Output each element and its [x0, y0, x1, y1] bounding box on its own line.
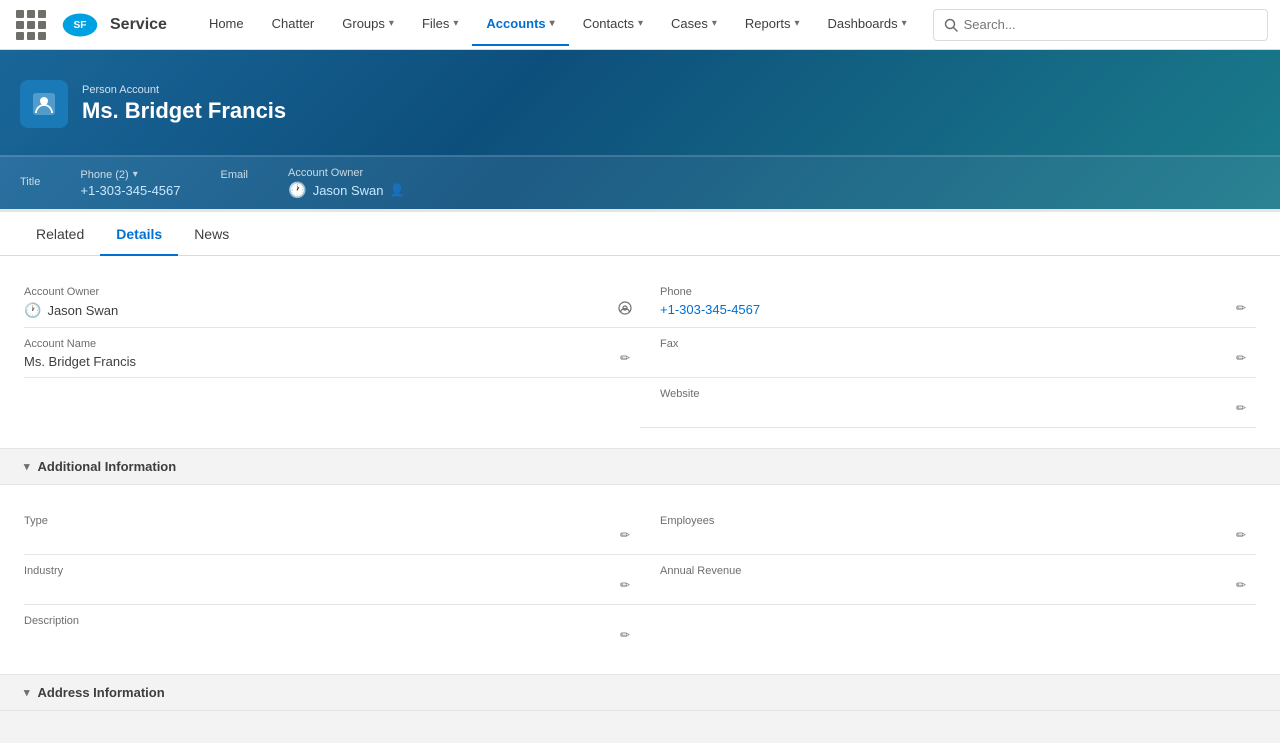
phone-value[interactable]: +1-303-345-4567	[80, 183, 180, 198]
email-label: Email	[220, 169, 248, 181]
phone-label: Phone (2) ▾	[80, 169, 180, 181]
fax-label: Fax	[660, 338, 1236, 350]
title-label: Title	[20, 176, 40, 188]
website-label: Website	[660, 388, 1236, 400]
fax-value	[660, 354, 1236, 369]
hero-text-block: Person Account Ms. Bridget Francis	[82, 84, 286, 124]
account-owner-detail-row: 🕐 Jason Swan	[24, 302, 600, 319]
hero-band: Person Account Ms. Bridget Francis	[0, 50, 1280, 155]
record-type-icon	[20, 80, 68, 128]
nav-item-groups[interactable]: Groups ▾	[328, 4, 408, 46]
account-owner-row: 🕐 Jason Swan 👤	[288, 181, 404, 199]
annual-revenue-value	[660, 581, 1236, 596]
phone-detail-cell: Phone +1-303-345-4567 ✏	[640, 276, 1256, 328]
app-name: Service	[110, 16, 167, 34]
detail-section: Account Owner 🕐 Jason Swan Phone +1-303-…	[0, 256, 1280, 448]
top-bar: SF Service Home Chatter Groups ▾ Files ▾…	[0, 0, 1280, 50]
title-field-group: Title	[20, 176, 40, 190]
additional-info-chevron: ▾	[24, 460, 30, 473]
website-cell: Website ✏	[640, 378, 1256, 428]
nav-item-chatter[interactable]: Chatter	[258, 4, 329, 46]
description-empty-right	[640, 605, 1256, 654]
fax-cell: Fax ✏	[640, 328, 1256, 378]
record-type-label: Person Account	[82, 84, 286, 96]
fax-edit-btn[interactable]: ✏	[1232, 349, 1250, 367]
tab-news[interactable]: News	[178, 212, 245, 256]
additional-info-section: Type ✏ Employees ✏ Industry ✏ Annual Rev…	[0, 485, 1280, 674]
account-name-value: Ms. Bridget Francis	[24, 354, 600, 369]
additional-fields-grid: Type ✏ Employees ✏ Industry ✏ Annual Rev…	[24, 505, 1256, 654]
type-value	[24, 531, 600, 546]
account-name-label: Account Name	[24, 338, 600, 350]
description-edit-btn[interactable]: ✏	[616, 626, 634, 644]
phone-field-group: Phone (2) ▾ +1-303-345-4567	[80, 169, 180, 198]
tab-bar: Related Details News	[0, 212, 1280, 256]
owner-avatar-icon: 🕐	[288, 181, 307, 199]
account-owner-clock-icon: 🕐	[24, 302, 41, 319]
main-nav: Home Chatter Groups ▾ Files ▾ Accounts ▾…	[195, 4, 921, 46]
description-value	[24, 631, 600, 646]
account-name-cell: Account Name Ms. Bridget Francis ✏	[24, 328, 640, 378]
industry-cell: Industry ✏	[24, 555, 640, 605]
account-name-edit-btn[interactable]: ✏	[616, 349, 634, 367]
additional-info-label: Additional Information	[38, 459, 177, 474]
address-info-label: Address Information	[38, 685, 165, 700]
description-label: Description	[24, 615, 600, 627]
svg-text:SF: SF	[74, 20, 87, 31]
email-field-group: Email	[220, 169, 248, 198]
account-owner-detail-value[interactable]: Jason Swan	[47, 303, 118, 318]
account-owner-field-group: Account Owner 🕐 Jason Swan 👤	[288, 167, 404, 199]
account-owner-cell: Account Owner 🕐 Jason Swan	[24, 276, 640, 328]
email-value	[220, 183, 248, 198]
nav-item-contacts[interactable]: Contacts ▾	[569, 4, 657, 46]
phone-detail-label: Phone	[660, 286, 1236, 298]
empty-left-cell	[24, 378, 640, 428]
main-fields-grid: Account Owner 🕐 Jason Swan Phone +1-303-…	[24, 276, 1256, 428]
salesforce-logo: SF	[62, 7, 98, 43]
type-cell: Type ✏	[24, 505, 640, 555]
tab-details[interactable]: Details	[100, 212, 178, 256]
address-info-section-header[interactable]: ▾ Address Information	[0, 674, 1280, 711]
industry-edit-btn[interactable]: ✏	[616, 576, 634, 594]
search-input[interactable]	[964, 17, 1257, 32]
industry-value	[24, 581, 600, 596]
employees-edit-btn[interactable]: ✏	[1232, 526, 1250, 544]
annual-revenue-edit-btn[interactable]: ✏	[1232, 576, 1250, 594]
phone-detail-value[interactable]: +1-303-345-4567	[660, 302, 1236, 317]
account-owner-value[interactable]: Jason Swan	[313, 183, 384, 198]
industry-label: Industry	[24, 565, 600, 577]
annual-revenue-label: Annual Revenue	[660, 565, 1236, 577]
account-owner-detail-label: Account Owner	[24, 286, 600, 298]
grid-menu-icon[interactable]	[12, 6, 50, 44]
website-edit-btn[interactable]: ✏	[1232, 399, 1250, 417]
change-owner-icon[interactable]: 👤	[390, 183, 405, 197]
employees-cell: Employees ✏	[640, 505, 1256, 555]
hero-fields-row: Title Phone (2) ▾ +1-303-345-4567 Email …	[0, 156, 1280, 209]
change-owner-detail-btn[interactable]	[616, 299, 634, 317]
nav-item-accounts[interactable]: Accounts ▾	[472, 4, 568, 46]
nav-item-files[interactable]: Files ▾	[408, 4, 472, 46]
phone-dropdown-icon[interactable]: ▾	[133, 169, 138, 180]
nav-item-cases[interactable]: Cases ▾	[657, 4, 731, 46]
type-edit-btn[interactable]: ✏	[616, 526, 634, 544]
record-name: Ms. Bridget Francis	[82, 98, 286, 124]
phone-edit-btn[interactable]: ✏	[1232, 299, 1250, 317]
nav-item-dashboards[interactable]: Dashboards ▾	[813, 4, 920, 46]
main-content: Related Details News Account Owner 🕐 Jas…	[0, 209, 1280, 711]
tab-related[interactable]: Related	[20, 212, 100, 256]
employees-value	[660, 531, 1236, 546]
annual-revenue-cell: Annual Revenue ✏	[640, 555, 1256, 605]
account-owner-label: Account Owner	[288, 167, 404, 179]
description-cell: Description ✏	[24, 605, 640, 654]
additional-info-section-header[interactable]: ▾ Additional Information	[0, 448, 1280, 485]
website-value	[660, 404, 1236, 419]
employees-label: Employees	[660, 515, 1236, 527]
nav-item-home[interactable]: Home	[195, 4, 258, 46]
address-info-chevron: ▾	[24, 686, 30, 699]
type-label: Type	[24, 515, 600, 527]
nav-item-reports[interactable]: Reports ▾	[731, 4, 814, 46]
search-bar[interactable]	[933, 9, 1268, 41]
search-icon	[944, 18, 958, 32]
